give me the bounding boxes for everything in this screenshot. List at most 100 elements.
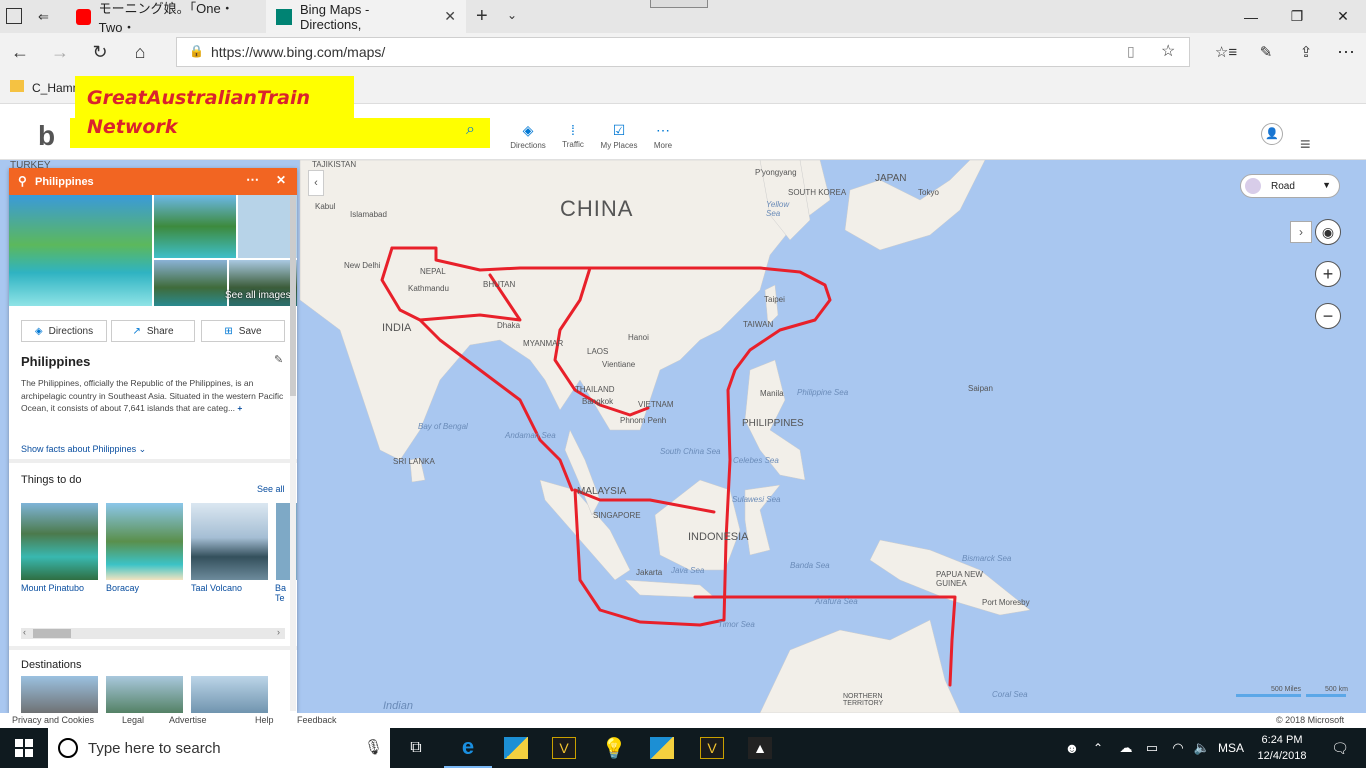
hamburger-menu-icon[interactable]: ≡ [1300,134,1311,155]
panel-scrollbar-thumb[interactable] [290,196,296,396]
show-hidden-icons-chevron[interactable]: ⌃ [1083,728,1113,768]
scroll-left-icon[interactable]: ‹ [23,627,26,637]
panel-more-icon[interactable]: ⋯ [246,172,259,188]
label-new-delhi: New Delhi [344,261,381,270]
wifi-icon[interactable]: ◠ [1165,728,1191,768]
lightbulb-icon[interactable]: 💡 [590,728,638,768]
home-button[interactable]: ⌂ [120,33,160,71]
see-all-images-link[interactable]: See all images [225,290,291,301]
microphone-icon[interactable]: 🎙 [364,738,383,756]
photo-tile-2[interactable] [154,195,236,258]
tab-manager-icon[interactable] [6,8,22,24]
label-vietnam: VIETNAM [638,400,674,409]
tabs-aside-icon[interactable]: ⇐ [38,9,49,25]
taskbar-search-box[interactable]: Type here to search 🎙 [48,728,390,768]
expand-description-link[interactable]: + [237,403,242,413]
panel-save-button[interactable]: ⊞ Save [201,320,285,342]
map-style-selector[interactable]: Road ▼ [1240,174,1340,198]
panel-scrollbar[interactable] [290,196,296,711]
task-view-icon[interactable]: ⧉ [392,728,440,768]
header-directions-button[interactable]: ◈ Directions [503,122,553,150]
attraction-label-taal[interactable]: Taal Volcano [191,583,242,593]
app-icon-5[interactable]: ▲ [736,728,784,768]
label-philippine-sea: Philippine Sea [797,388,849,397]
tab-bing-maps[interactable]: Bing Maps - Directions, ✕ [266,0,466,33]
zoom-in-button[interactable]: + [1315,261,1341,287]
header-more-button[interactable]: ⋯ More [638,122,688,150]
scroll-right-icon[interactable]: › [277,627,280,637]
attraction-thumb-boracay[interactable] [106,503,183,580]
close-window-button[interactable]: ✕ [1320,0,1366,33]
search-icon[interactable]: ⌕ [466,121,475,139]
input-language[interactable]: MSA [1218,741,1244,755]
reading-view-icon[interactable]: ▯ [1127,43,1135,60]
app-icon-4[interactable]: V [688,728,736,768]
zoom-out-button[interactable]: − [1315,303,1341,329]
dropdown-arrow-icon: ▼ [1322,180,1331,190]
panel-close-icon[interactable]: ✕ [276,173,286,187]
attraction-thumb-taal[interactable] [191,503,268,580]
label-japan: JAPAN [875,173,907,184]
label-arafura-sea: Arafura Sea [815,597,858,606]
photo-tile-main[interactable] [9,195,152,306]
legal-link[interactable]: Legal [122,715,144,725]
destination-thumb-2[interactable] [106,676,183,713]
onedrive-cloud-icon[interactable]: ☁ [1113,728,1139,768]
header-traffic-button[interactable]: ⁞ Traffic [548,122,598,149]
restore-button[interactable]: ❐ [1274,0,1320,33]
privacy-link[interactable]: Privacy and Cookies [12,715,94,725]
more-icon: ⋯ [656,122,670,138]
feedback-link[interactable]: Feedback [297,715,337,725]
header-my-places-button[interactable]: ☑ My Places [594,122,644,150]
action-center-icon[interactable]: 🗨 [1316,728,1364,768]
favorite-star-icon[interactable]: ☆ [1161,41,1175,61]
share-icon[interactable]: ⇪ [1286,33,1326,71]
back-button[interactable]: ← [0,33,40,71]
tab-youtube[interactable]: モーニング娘。「One・Two・ [66,0,266,35]
expand-controls-button[interactable]: › [1290,221,1312,243]
app-icon-2[interactable]: V [540,728,588,768]
advertise-link[interactable]: Advertise [169,715,207,725]
tab-preview-chevron-icon[interactable]: ⌄ [507,8,517,22]
photo-tile-map[interactable] [238,195,297,258]
edge-browser-icon[interactable]: e [444,728,492,768]
bing-logo-icon[interactable]: b [38,120,55,152]
show-facts-link[interactable]: Show facts about Philippines ⌄ [21,444,146,455]
help-link[interactable]: Help [255,715,274,725]
minimize-button[interactable]: — [1228,0,1274,33]
attraction-label-pinatubo[interactable]: Mount Pinatubo [21,583,84,593]
user-avatar-icon[interactable]: 👤 [1261,123,1283,145]
refresh-button[interactable]: ↻ [80,33,120,71]
panel-title: Philippines [35,175,94,188]
label-philippines: PHILIPPINES [742,418,804,429]
forward-button[interactable]: → [40,33,80,71]
scrollbar-thumb[interactable] [33,629,71,638]
panel-share-button[interactable]: ↗ Share [111,320,195,342]
destination-thumb-3[interactable] [191,676,268,713]
favorites-hub-icon[interactable]: ☆≡ [1206,33,1246,71]
drag-handle[interactable] [650,0,708,8]
clock[interactable]: 6:24 PM 12/4/2018 [1254,732,1310,764]
start-button[interactable] [0,728,48,768]
panel-directions-button[interactable]: ◈ Directions [21,320,107,342]
see-all-link[interactable]: See all [257,484,285,494]
windows-logo-icon [15,739,33,757]
new-tab-button[interactable]: + [476,5,488,28]
attraction-thumb-pinatubo[interactable] [21,503,98,580]
app-icon-1[interactable] [492,728,540,768]
close-tab-icon[interactable]: ✕ [444,8,456,25]
web-note-icon[interactable]: ✎ [1246,33,1286,71]
lock-icon: 🔒 [189,44,204,58]
photo-tile-3[interactable] [154,260,227,306]
address-bar[interactable]: 🔒 https://www.bing.com/maps/ ▯ ☆ [176,37,1190,67]
edit-pencil-icon[interactable]: ✎ [274,353,283,366]
collapse-panel-button[interactable]: ‹ [308,170,324,196]
horizontal-scrollbar[interactable]: ‹ › [21,627,285,639]
locate-me-button[interactable]: ◉ [1315,219,1341,245]
destination-thumb-1[interactable] [21,676,98,713]
attraction-label-boracay[interactable]: Boracay [106,583,139,593]
app-icon-3[interactable] [638,728,686,768]
battery-icon[interactable]: ▭ [1139,728,1165,768]
volume-icon[interactable]: 🔈 [1189,728,1215,768]
settings-more-icon[interactable]: ⋯ [1326,33,1366,71]
